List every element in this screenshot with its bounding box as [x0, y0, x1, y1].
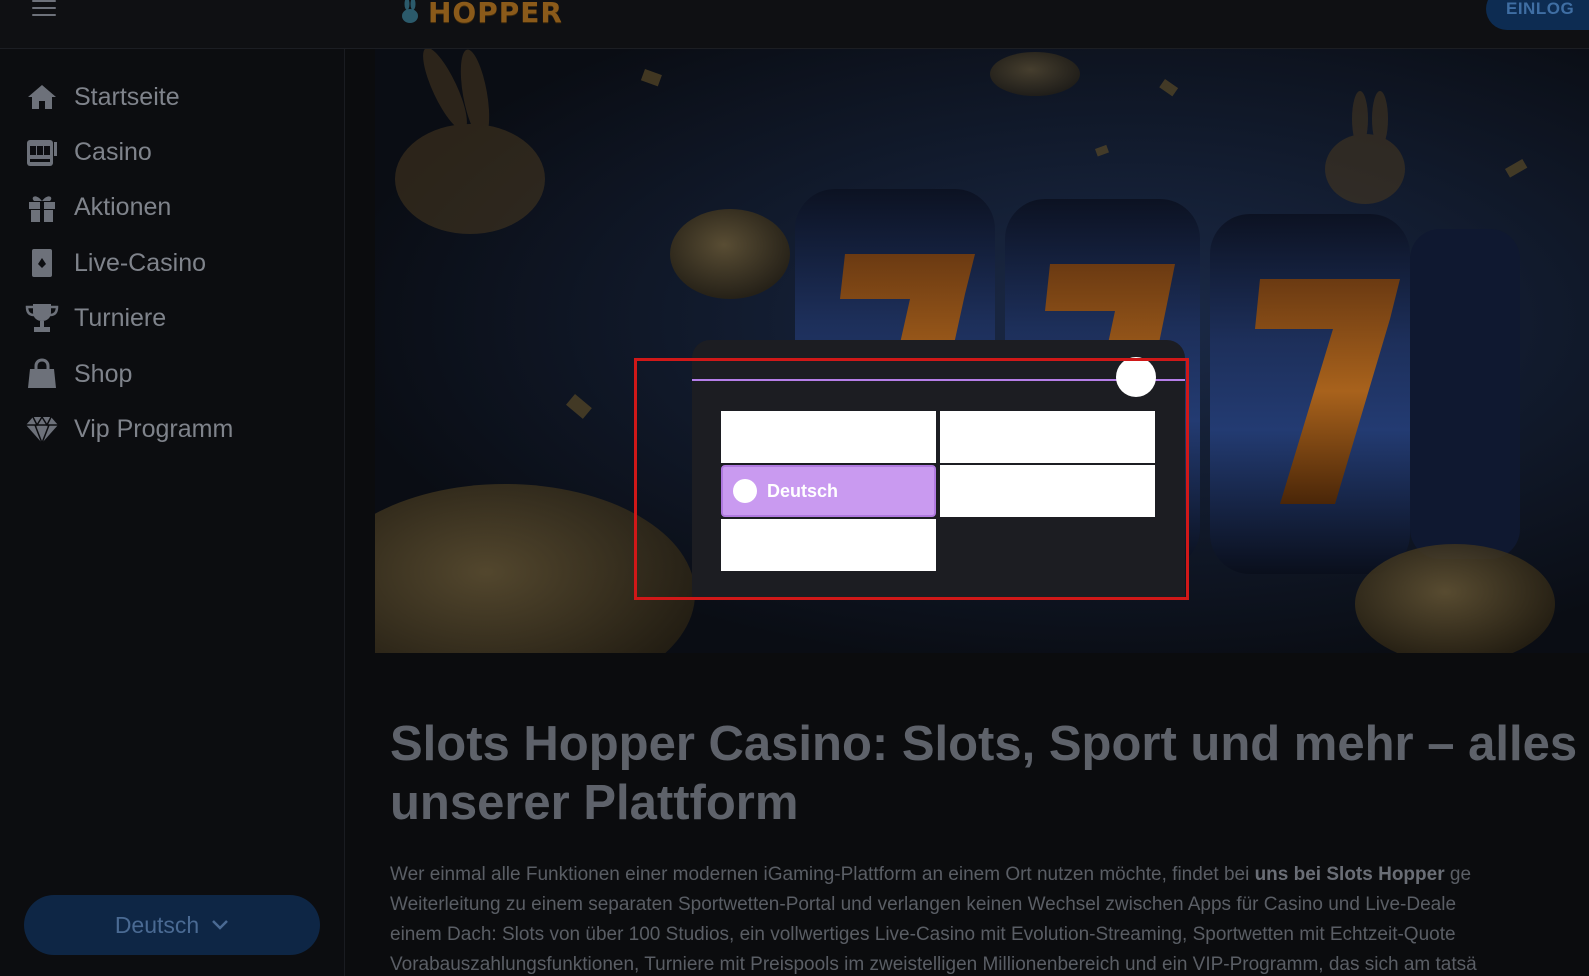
paragraph-line: einem Dach: Slots von über 100 Studios, …: [390, 924, 1456, 945]
paragraph-text: ge: [1444, 864, 1472, 885]
logo-wordmark: HOPPER: [428, 0, 563, 29]
modal-divider: [692, 379, 1185, 381]
language-label: Deutsch: [114, 911, 200, 938]
language-option[interactable]: [940, 465, 1155, 517]
page-title: Slots Hopper Casino: Slots, Sport und me…: [390, 715, 1589, 833]
sidebar-item-startseite[interactable]: Startseite: [24, 77, 180, 117]
page-title-line: unserer Plattform: [390, 776, 799, 830]
language-option-label: Deutsch: [767, 480, 839, 501]
language-option[interactable]: [721, 519, 936, 571]
site-logo[interactable]: HOPPER: [400, 0, 563, 32]
trophy-icon: [25, 304, 59, 332]
paragraph-text: Wer einmal alle Funktionen einer moderne…: [390, 864, 1255, 885]
slot-machine-icon: [27, 140, 57, 166]
sidebar-item-aktionen[interactable]: Aktionen: [24, 187, 171, 227]
home-icon: [28, 85, 56, 109]
sidebar-item-shop[interactable]: Shop: [24, 354, 132, 394]
intro-paragraph: Wer einmal alle Funktionen einer moderne…: [390, 860, 1589, 976]
language-selector-button[interactable]: Deutsch: [24, 895, 320, 955]
sidebar: Startseite Casino Aktionen Live-Casino T…: [0, 49, 345, 976]
sidebar-item-label: Turniere: [74, 303, 167, 332]
chevron-down-icon: [212, 920, 229, 930]
paragraph-line: Weiterleitung zu einem separaten Sportwe…: [390, 894, 1457, 915]
top-bar: HOPPER EINLOG: [0, 0, 1589, 49]
language-option-selected[interactable]: Deutsch: [721, 465, 936, 517]
login-button[interactable]: EINLOG: [1486, 0, 1589, 30]
playing-card-icon: [32, 249, 52, 277]
sidebar-item-vip-programm[interactable]: Vip Programm: [24, 409, 233, 449]
sidebar-item-label: Live-Casino: [74, 248, 207, 277]
paragraph-line: Vorabauszahlungsfunktionen, Turniere mit…: [390, 954, 1477, 975]
sidebar-item-live-casino[interactable]: Live-Casino: [24, 243, 206, 283]
diamond-icon: [26, 415, 58, 446]
paragraph-line: Wer einmal alle Funktionen einer moderne…: [390, 860, 1589, 890]
shopping-bag-icon: [28, 358, 56, 388]
sidebar-item-casino[interactable]: Casino: [24, 132, 152, 172]
language-option[interactable]: [940, 411, 1155, 463]
paragraph-bold-text: uns bei Slots Hopper: [1254, 864, 1445, 885]
page-title-line: Slots Hopper Casino: Slots, Sport und me…: [390, 717, 1578, 771]
sidebar-item-label: Vip Programm: [74, 414, 234, 443]
sidebar-item-label: Startseite: [74, 82, 180, 111]
rabbit-logo-icon: [402, 0, 418, 23]
hamburger-icon[interactable]: [32, 0, 56, 16]
radio-selected-icon: [733, 479, 757, 503]
language-option[interactable]: [721, 411, 936, 463]
sidebar-item-label: Casino: [74, 137, 152, 166]
gift-icon: [29, 196, 55, 222]
sidebar-item-turniere[interactable]: Turniere: [24, 298, 166, 338]
sidebar-item-label: Aktionen: [74, 192, 172, 221]
sidebar-item-label: Shop: [74, 359, 133, 388]
modal-close-button[interactable]: [1116, 357, 1156, 397]
